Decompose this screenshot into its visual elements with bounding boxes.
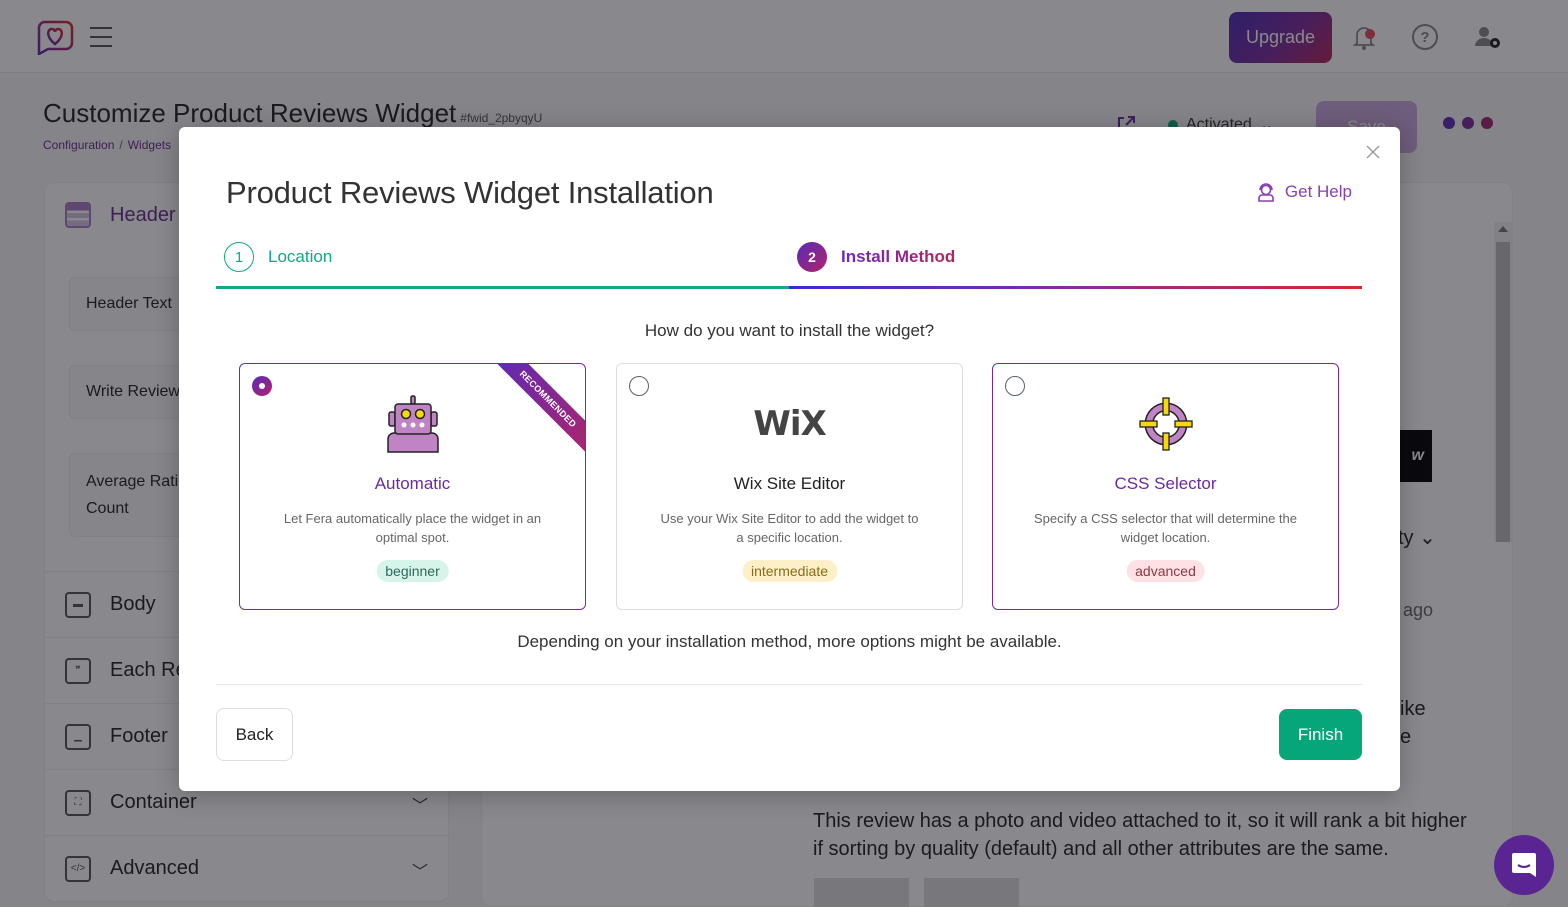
radio-wix-site-editor[interactable]	[629, 376, 649, 396]
wix-logo-icon: WiX	[753, 404, 826, 444]
crosshair-icon	[1136, 394, 1196, 454]
option-title: CSS Selector	[1114, 474, 1217, 493]
step-install-method[interactable]: 2 Install Method	[797, 242, 955, 272]
option-title: Wix Site Editor	[733, 474, 846, 493]
installation-modal: Product Reviews Widget Installation Get …	[179, 127, 1400, 791]
step-label: Location	[268, 247, 333, 266]
chat-launcher-button[interactable]	[1494, 835, 1554, 895]
option-description: Let Fera automatically place the widget …	[283, 511, 542, 545]
close-icon[interactable]	[1364, 143, 1382, 161]
robot-icon	[383, 394, 443, 454]
level-badge: intermediate	[741, 560, 838, 582]
install-footnote: Depending on your installation method, m…	[517, 632, 1062, 651]
option-css-selector[interactable]: CSS Selector Specify a CSS selector that…	[992, 363, 1339, 610]
option-automatic[interactable]: RECOMMENDED Automatic Let Fera automatic…	[239, 363, 586, 610]
option-wix-site-editor[interactable]: WiX Wix Site Editor Use your Wix Site Ed…	[616, 363, 963, 610]
step-number: 1	[224, 242, 254, 272]
step-progress-active	[789, 286, 1362, 289]
option-description: Specify a CSS selector that will determi…	[1033, 511, 1297, 545]
option-description: Use your Wix Site Editor to add the widg…	[660, 511, 919, 545]
radio-css-selector[interactable]	[1005, 376, 1025, 396]
level-badge: advanced	[1126, 560, 1205, 582]
modal-title: Product Reviews Widget Installation	[226, 175, 714, 210]
modal-divider	[216, 684, 1362, 685]
install-question: How do you want to install the widget?	[644, 321, 935, 340]
chat-icon	[1512, 853, 1536, 877]
stepper: 1 Location 2 Install Method	[216, 239, 1362, 289]
option-title: Automatic	[374, 474, 451, 493]
level-badge: beginner	[376, 560, 449, 582]
radio-automatic[interactable]	[252, 376, 272, 396]
support-agent-icon	[1258, 183, 1274, 202]
back-button[interactable]: Back	[216, 708, 293, 761]
step-location[interactable]: 1 Location	[224, 242, 332, 272]
step-progress-complete	[216, 286, 789, 289]
finish-button[interactable]: Finish	[1279, 709, 1362, 760]
get-help-link[interactable]: Get Help	[1257, 182, 1352, 202]
step-label: Install Method	[841, 247, 956, 266]
recommended-ribbon: RECOMMENDED	[487, 364, 585, 460]
step-number: 2	[797, 242, 827, 272]
